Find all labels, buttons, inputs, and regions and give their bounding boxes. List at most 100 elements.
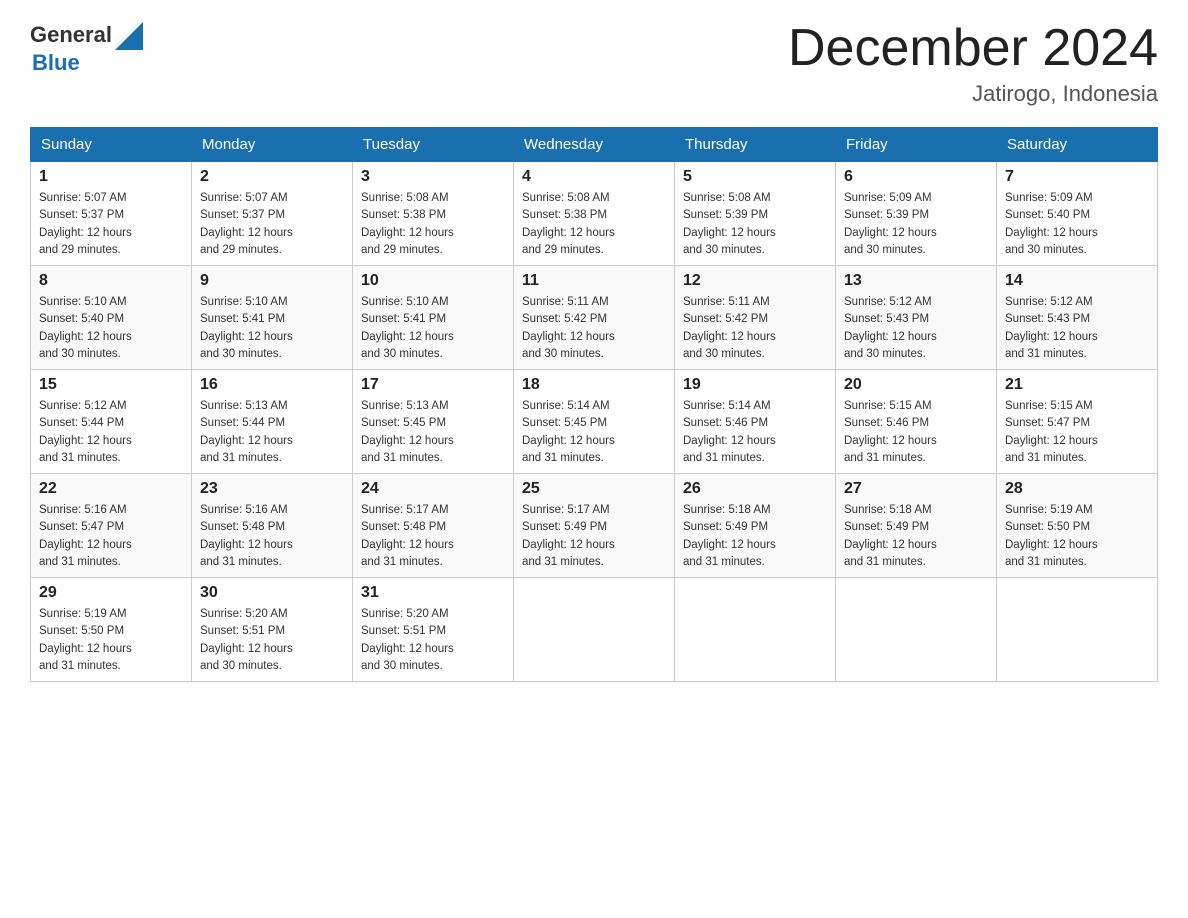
calendar-cell (675, 578, 836, 682)
calendar-cell: 22Sunrise: 5:16 AMSunset: 5:47 PMDayligh… (31, 474, 192, 578)
calendar-cell: 10Sunrise: 5:10 AMSunset: 5:41 PMDayligh… (353, 266, 514, 370)
day-number: 29 (39, 584, 183, 602)
day-info: Sunrise: 5:10 AMSunset: 5:41 PMDaylight:… (361, 294, 505, 363)
day-info: Sunrise: 5:12 AMSunset: 5:43 PMDaylight:… (1005, 294, 1149, 363)
day-info: Sunrise: 5:18 AMSunset: 5:49 PMDaylight:… (683, 502, 827, 571)
day-info: Sunrise: 5:10 AMSunset: 5:40 PMDaylight:… (39, 294, 183, 363)
calendar-cell: 8 Sunrise: 5:10 AMSunset: 5:40 PMDaylight… (31, 266, 192, 370)
day-number: 11 (522, 272, 666, 290)
location: Jatirogo, Indonesia (788, 81, 1158, 107)
column-header-friday: Friday (836, 128, 997, 162)
calendar-cell: 30 Sunrise: 5:20 AMSunset: 5:51 PMDayligh… (192, 578, 353, 682)
calendar-cell: 7 Sunrise: 5:09 AMSunset: 5:40 PMDaylight… (997, 162, 1158, 266)
day-number: 1 (39, 168, 183, 186)
calendar-cell: 23 Sunrise: 5:16 AMSunset: 5:48 PMDayligh… (192, 474, 353, 578)
calendar-cell: 11 Sunrise: 5:11 AMSunset: 5:42 PMDayligh… (514, 266, 675, 370)
calendar-cell: 28 Sunrise: 5:19 AMSunset: 5:50 PMDayligh… (997, 474, 1158, 578)
day-info: Sunrise: 5:16 AMSunset: 5:48 PMDaylight:… (200, 502, 344, 571)
logo-blue-text: Blue (32, 50, 80, 76)
day-info: Sunrise: 5:11 AMSunset: 5:42 PMDaylight:… (683, 294, 827, 363)
calendar-cell: 6 Sunrise: 5:09 AMSunset: 5:39 PMDaylight… (836, 162, 997, 266)
header-row: SundayMondayTuesdayWednesdayThursdayFrid… (31, 128, 1158, 162)
week-row-5: 29 Sunrise: 5:19 AMSunset: 5:50 PMDayligh… (31, 578, 1158, 682)
calendar-cell: 3Sunrise: 5:08 AMSunset: 5:38 PMDaylight… (353, 162, 514, 266)
week-row-3: 15 Sunrise: 5:12 AMSunset: 5:44 PMDayligh… (31, 370, 1158, 474)
calendar-cell: 25 Sunrise: 5:17 AMSunset: 5:49 PMDayligh… (514, 474, 675, 578)
day-number: 24 (361, 480, 505, 498)
calendar-cell: 14 Sunrise: 5:12 AMSunset: 5:43 PMDayligh… (997, 266, 1158, 370)
day-number: 7 (1005, 168, 1149, 186)
day-info: Sunrise: 5:12 AMSunset: 5:44 PMDaylight:… (39, 398, 183, 467)
day-info: Sunrise: 5:19 AMSunset: 5:50 PMDaylight:… (1005, 502, 1149, 571)
day-info: Sunrise: 5:13 AMSunset: 5:44 PMDaylight:… (200, 398, 344, 467)
day-info: Sunrise: 5:07 AMSunset: 5:37 PMDaylight:… (200, 190, 344, 259)
day-number: 8 (39, 272, 183, 290)
day-number: 17 (361, 376, 505, 394)
day-info: Sunrise: 5:13 AMSunset: 5:45 PMDaylight:… (361, 398, 505, 467)
day-number: 13 (844, 272, 988, 290)
calendar-cell: 31 Sunrise: 5:20 AMSunset: 5:51 PMDayligh… (353, 578, 514, 682)
day-number: 4 (522, 168, 666, 186)
day-info: Sunrise: 5:11 AMSunset: 5:42 PMDaylight:… (522, 294, 666, 363)
day-number: 30 (200, 584, 344, 602)
column-header-sunday: Sunday (31, 128, 192, 162)
day-info: Sunrise: 5:17 AMSunset: 5:48 PMDaylight:… (361, 502, 505, 571)
day-info: Sunrise: 5:10 AMSunset: 5:41 PMDaylight:… (200, 294, 344, 363)
day-info: Sunrise: 5:09 AMSunset: 5:40 PMDaylight:… (1005, 190, 1149, 259)
calendar-cell: 26 Sunrise: 5:18 AMSunset: 5:49 PMDayligh… (675, 474, 836, 578)
day-number: 19 (683, 376, 827, 394)
day-info: Sunrise: 5:08 AMSunset: 5:38 PMDaylight:… (522, 190, 666, 259)
calendar-cell: 19 Sunrise: 5:14 AMSunset: 5:46 PMDayligh… (675, 370, 836, 474)
day-info: Sunrise: 5:17 AMSunset: 5:49 PMDaylight:… (522, 502, 666, 571)
day-number: 18 (522, 376, 666, 394)
calendar-cell (997, 578, 1158, 682)
day-number: 15 (39, 376, 183, 394)
day-number: 9 (200, 272, 344, 290)
day-info: Sunrise: 5:20 AMSunset: 5:51 PMDaylight:… (200, 606, 344, 675)
title-section: December 2024 Jatirogo, Indonesia (788, 20, 1158, 107)
day-info: Sunrise: 5:12 AMSunset: 5:43 PMDaylight:… (844, 294, 988, 363)
day-info: Sunrise: 5:19 AMSunset: 5:50 PMDaylight:… (39, 606, 183, 675)
day-number: 14 (1005, 272, 1149, 290)
day-number: 23 (200, 480, 344, 498)
calendar-cell: 16 Sunrise: 5:13 AMSunset: 5:44 PMDayligh… (192, 370, 353, 474)
day-info: Sunrise: 5:08 AMSunset: 5:39 PMDaylight:… (683, 190, 827, 259)
day-number: 3 (361, 168, 505, 186)
logo: General Blue (30, 20, 143, 76)
calendar-cell: 9 Sunrise: 5:10 AMSunset: 5:41 PMDaylight… (192, 266, 353, 370)
column-header-saturday: Saturday (997, 128, 1158, 162)
day-info: Sunrise: 5:14 AMSunset: 5:46 PMDaylight:… (683, 398, 827, 467)
day-number: 12 (683, 272, 827, 290)
day-number: 31 (361, 584, 505, 602)
calendar-cell: 24 Sunrise: 5:17 AMSunset: 5:48 PMDayligh… (353, 474, 514, 578)
day-info: Sunrise: 5:09 AMSunset: 5:39 PMDaylight:… (844, 190, 988, 259)
day-number: 16 (200, 376, 344, 394)
day-info: Sunrise: 5:18 AMSunset: 5:49 PMDaylight:… (844, 502, 988, 571)
day-info: Sunrise: 5:20 AMSunset: 5:51 PMDaylight:… (361, 606, 505, 675)
logo-line1: General (30, 20, 143, 50)
day-number: 25 (522, 480, 666, 498)
logo-icon (115, 22, 143, 50)
day-info: Sunrise: 5:15 AMSunset: 5:46 PMDaylight:… (844, 398, 988, 467)
day-info: Sunrise: 5:15 AMSunset: 5:47 PMDaylight:… (1005, 398, 1149, 467)
day-info: Sunrise: 5:07 AMSunset: 5:37 PMDaylight:… (39, 190, 183, 259)
week-row-2: 8 Sunrise: 5:10 AMSunset: 5:40 PMDaylight… (31, 266, 1158, 370)
calendar-cell: 2 Sunrise: 5:07 AMSunset: 5:37 PMDaylight… (192, 162, 353, 266)
calendar-cell: 13 Sunrise: 5:12 AMSunset: 5:43 PMDayligh… (836, 266, 997, 370)
day-number: 2 (200, 168, 344, 186)
calendar-cell: 29 Sunrise: 5:19 AMSunset: 5:50 PMDayligh… (31, 578, 192, 682)
day-number: 26 (683, 480, 827, 498)
day-number: 27 (844, 480, 988, 498)
month-title: December 2024 (788, 20, 1158, 77)
column-header-monday: Monday (192, 128, 353, 162)
calendar-cell: 4 Sunrise: 5:08 AMSunset: 5:38 PMDaylight… (514, 162, 675, 266)
calendar-cell: 12 Sunrise: 5:11 AMSunset: 5:42 PMDayligh… (675, 266, 836, 370)
day-info: Sunrise: 5:16 AMSunset: 5:47 PMDaylight:… (39, 502, 183, 571)
calendar-cell: 1 Sunrise: 5:07 AMSunset: 5:37 PMDaylight… (31, 162, 192, 266)
day-number: 20 (844, 376, 988, 394)
calendar-cell: 5Sunrise: 5:08 AMSunset: 5:39 PMDaylight… (675, 162, 836, 266)
calendar-cell (514, 578, 675, 682)
day-number: 28 (1005, 480, 1149, 498)
calendar-cell: 21Sunrise: 5:15 AMSunset: 5:47 PMDayligh… (997, 370, 1158, 474)
day-number: 6 (844, 168, 988, 186)
